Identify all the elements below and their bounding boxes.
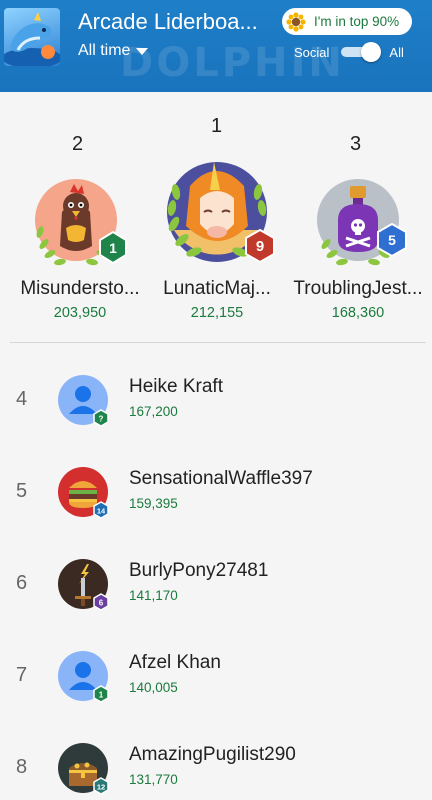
- time-filter-dropdown[interactable]: All time: [78, 42, 149, 60]
- podium-rank-3: 3: [350, 133, 362, 155]
- social-all-toggle[interactable]: Social All: [294, 42, 404, 62]
- list-player-name[interactable]: SensationalWaffle397: [129, 468, 313, 490]
- list-player-score: 141,170: [129, 588, 178, 603]
- svg-text:?: ?: [99, 415, 104, 424]
- sword-icon: 6: [58, 559, 109, 611]
- app-header: DOLPHIN Arcade Liderboa... All time I'm …: [0, 0, 432, 92]
- burger-icon: 14: [58, 467, 109, 519]
- default-person-icon: 1: [58, 651, 109, 703]
- list-item[interactable]: 7 1 Afzel Khan 140,005: [0, 638, 432, 730]
- podium-rank-1: 1: [211, 115, 223, 137]
- game-icon[interactable]: [4, 8, 60, 66]
- toggle-label-social[interactable]: Social: [294, 45, 329, 60]
- list-player-name[interactable]: AmazingPugilist290: [129, 744, 296, 766]
- toggle-label-all[interactable]: All: [389, 45, 403, 60]
- list-rank: 4: [16, 388, 28, 410]
- podium-avatar-1[interactable]: 9: [156, 152, 278, 274]
- list-player-score: 131,770: [129, 772, 178, 787]
- svg-text:6: 6: [99, 599, 104, 608]
- list-rank: 7: [16, 664, 28, 686]
- toggle-switch[interactable]: [337, 42, 382, 62]
- list-avatar[interactable]: 14: [57, 466, 109, 519]
- top-percent-label: I'm in top 90%: [314, 14, 400, 29]
- chevron-down-icon: [136, 47, 149, 55]
- list-player-score: 140,005: [129, 680, 178, 695]
- podium-avatar-3[interactable]: 5: [310, 172, 412, 274]
- podium-avatar-2[interactable]: 1: [28, 172, 130, 274]
- top-percent-chip[interactable]: I'm in top 90%: [282, 8, 412, 35]
- default-person-icon: ?: [58, 375, 109, 427]
- podium-level-3: 5: [388, 232, 396, 248]
- list-item[interactable]: 5 14 SensationalWaffle397 159,395: [0, 454, 432, 546]
- podium-rank-2: 2: [72, 133, 84, 155]
- list-avatar[interactable]: 1: [57, 650, 109, 703]
- podium-divider: [10, 342, 426, 343]
- podium-name-3[interactable]: TroublingJest...: [286, 278, 430, 300]
- podium-score-2: 203,950: [53, 305, 107, 321]
- toggle-knob: [361, 42, 382, 62]
- leaderboard-title: Arcade Liderboa...: [78, 9, 258, 34]
- list-player-score: 159,395: [129, 496, 178, 511]
- treasure-chest-icon: 12: [58, 743, 109, 795]
- sunflower-icon: [286, 11, 306, 32]
- podium-name-1[interactable]: LunaticMaj...: [152, 278, 282, 300]
- list-player-name[interactable]: BurlyPony27481: [129, 560, 268, 582]
- list-player-name[interactable]: Afzel Khan: [129, 652, 221, 674]
- list-item[interactable]: 8 12 AmazingPugilist290 131,770: [0, 730, 432, 800]
- list-avatar[interactable]: 12: [57, 742, 109, 795]
- podium-level-1: 9: [256, 238, 264, 255]
- list-rank: 8: [16, 756, 28, 778]
- svg-text:12: 12: [97, 783, 105, 792]
- list-item[interactable]: 4 ? Heike Kraft 167,200: [0, 362, 432, 454]
- list-player-name[interactable]: Heike Kraft: [129, 376, 223, 398]
- list-avatar[interactable]: ?: [57, 374, 109, 427]
- podium-level-2: 1: [109, 240, 117, 256]
- list-rank: 6: [16, 572, 28, 594]
- list-item[interactable]: 6 6 BurlyPony27481 141,170: [0, 546, 432, 638]
- list-avatar[interactable]: 6: [57, 558, 109, 611]
- podium-score-1: 212,155: [190, 305, 244, 321]
- svg-text:14: 14: [97, 507, 106, 516]
- svg-text:1: 1: [99, 691, 104, 700]
- list-player-score: 167,200: [129, 404, 178, 419]
- list-rank: 5: [16, 480, 28, 502]
- podium-score-3: 168,360: [331, 305, 385, 321]
- time-filter-label: All time: [78, 42, 131, 59]
- podium: 2 1 Misundersto... 203,950 1 9 LunaticMa…: [0, 92, 432, 342]
- podium-name-2[interactable]: Misundersto...: [10, 278, 150, 300]
